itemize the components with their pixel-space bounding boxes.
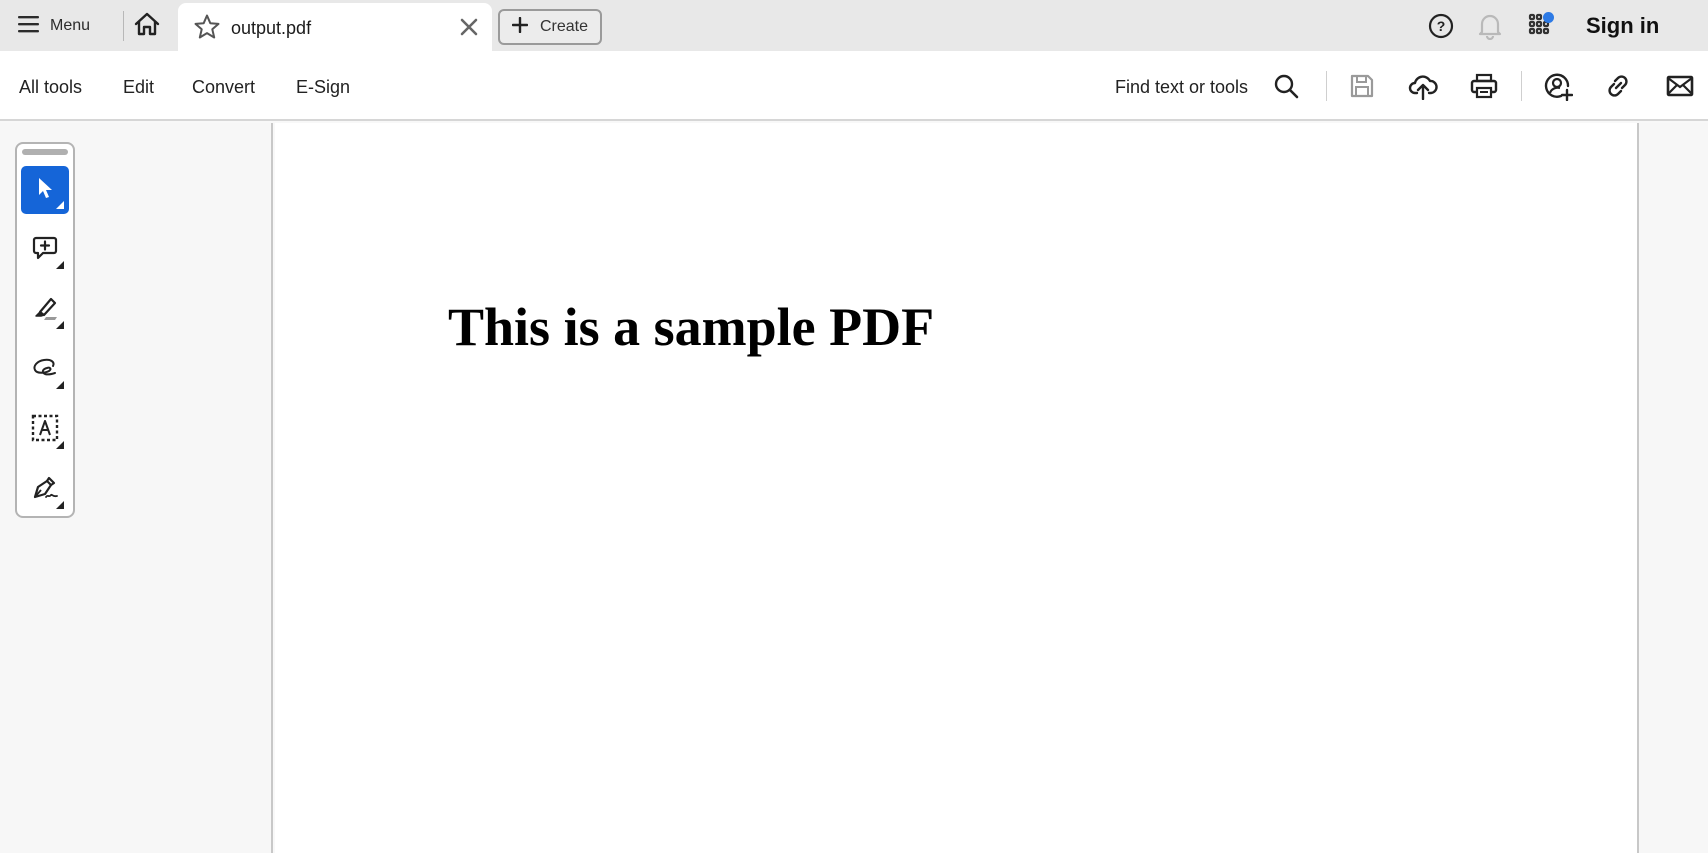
highlighter-icon xyxy=(31,295,59,326)
toolbar-divider xyxy=(1521,71,1522,101)
tabbar-divider xyxy=(123,11,124,41)
notification-badge xyxy=(1543,12,1554,23)
submenu-indicator xyxy=(56,441,64,449)
comment-plus-icon xyxy=(32,235,58,266)
star-icon[interactable] xyxy=(193,13,221,46)
sign-in-button[interactable]: Sign in xyxy=(1586,13,1659,39)
bell-icon[interactable] xyxy=(1477,12,1503,45)
right-rail xyxy=(1637,123,1708,853)
find-text-or-tools[interactable]: Find text or tools xyxy=(1115,77,1248,98)
home-icon xyxy=(134,12,160,41)
create-button[interactable]: Create xyxy=(498,9,602,45)
email-icon[interactable] xyxy=(1665,71,1695,101)
help-icon[interactable]: ? xyxy=(1428,13,1454,44)
toolbar-divider xyxy=(1326,71,1327,101)
svg-text:?: ? xyxy=(1437,18,1446,34)
sign-tool-button[interactable] xyxy=(21,466,69,514)
select-tool-button[interactable] xyxy=(21,166,69,214)
text-box-icon xyxy=(31,414,59,447)
submenu-indicator xyxy=(56,501,64,509)
highlight-tool-button[interactable] xyxy=(21,286,69,334)
submenu-indicator xyxy=(56,201,64,209)
cursor-arrow-icon xyxy=(34,176,56,205)
nav-edit[interactable]: Edit xyxy=(123,77,154,98)
tab-bar: Menu output.pdf Create ? Sign in xyxy=(0,0,1708,51)
submenu-indicator xyxy=(56,321,64,329)
pdf-page[interactable]: This is a sample PDF xyxy=(275,123,1637,853)
print-icon[interactable] xyxy=(1469,71,1499,101)
menu-button[interactable]: Menu xyxy=(18,10,90,42)
submenu-indicator xyxy=(56,381,64,389)
drag-handle[interactable] xyxy=(22,149,68,155)
tab-title: output.pdf xyxy=(231,18,312,38)
save-icon[interactable] xyxy=(1347,71,1377,101)
main-toolbar: All tools Edit Convert E-Sign Find text … xyxy=(0,51,1708,121)
nav-convert[interactable]: Convert xyxy=(192,77,255,98)
pen-sign-icon xyxy=(31,475,59,506)
hamburger-icon xyxy=(18,15,40,38)
cloud-upload-icon[interactable] xyxy=(1408,71,1438,101)
pdf-heading: This is a sample PDF xyxy=(448,297,935,357)
search-icon[interactable] xyxy=(1271,71,1301,101)
document-tab[interactable]: output.pdf xyxy=(178,3,492,51)
quick-tools-panel xyxy=(15,142,75,518)
add-comment-tool-button[interactable] xyxy=(21,226,69,274)
plus-icon xyxy=(511,16,529,38)
nav-all-tools[interactable]: All tools xyxy=(19,77,82,98)
create-label: Create xyxy=(540,18,589,35)
close-tab-icon[interactable] xyxy=(458,16,480,38)
add-text-tool-button[interactable] xyxy=(21,406,69,454)
link-icon[interactable] xyxy=(1603,71,1633,101)
menu-label: Menu xyxy=(50,17,91,34)
submenu-indicator xyxy=(56,261,64,269)
home-button[interactable] xyxy=(131,10,163,42)
add-person-icon[interactable] xyxy=(1543,71,1573,101)
nav-e-sign[interactable]: E-Sign xyxy=(296,77,350,98)
freehand-draw-icon xyxy=(31,357,59,384)
draw-tool-button[interactable] xyxy=(21,346,69,394)
